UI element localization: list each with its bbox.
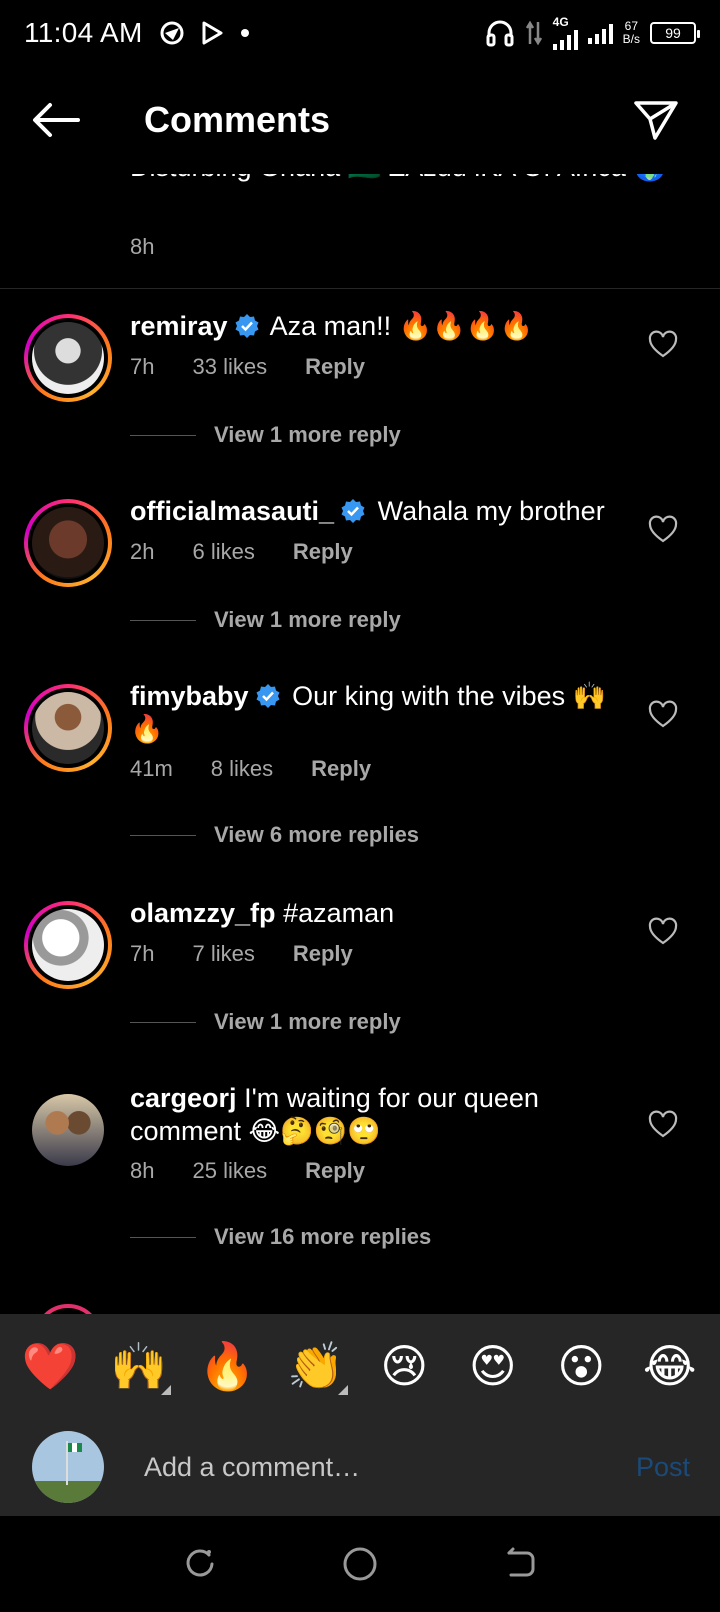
emoji-fire-button[interactable]: 🔥 [191,1343,263,1389]
comment-composer: Post [0,1418,720,1516]
reply-button[interactable]: Reply [305,1158,365,1184]
comment-time: 7h [130,941,155,966]
heart-icon[interactable] [648,330,678,360]
comment-time: 41m [130,756,173,781]
home-button[interactable] [336,1540,384,1588]
system-nav-bar [0,1516,720,1612]
status-time: 11:04 AM [24,17,143,48]
comment-username[interactable]: olamzzy_fp [130,898,276,928]
verified-badge-icon [341,499,365,523]
back-nav-button[interactable] [496,1540,544,1588]
comment-text: Aza man!! 🔥🔥🔥🔥 [269,311,534,341]
comment-likes[interactable]: 25 likes [192,1158,267,1184]
comment-likes[interactable]: 8 likes [211,756,273,782]
divider [0,288,720,289]
comment-time: 7h [130,354,155,379]
emoji-heart-eyes-button[interactable]: 😍 [457,1343,529,1389]
avatar[interactable] [24,901,112,989]
comment-likes[interactable]: 33 likes [192,354,267,380]
comment-username[interactable]: fimybaby [130,681,249,711]
comment-text: #azaman [283,898,395,928]
avatar[interactable] [32,1094,104,1166]
signal-strength-2-icon [587,22,613,44]
recents-icon [186,1549,214,1577]
avatar[interactable] [24,314,112,402]
status-bar: 11:04 AM 4G 67 B/s 99 [0,0,720,66]
play-store-icon [202,21,223,45]
comment-likes[interactable]: 6 likes [192,539,254,565]
reply-button[interactable]: Reply [293,539,353,565]
emoji-laughing-button[interactable]: 😂 [634,1343,706,1389]
comment-username[interactable]: remiray [130,311,228,341]
back-nav-icon [507,1547,535,1577]
emoji-heart-button[interactable]: ❤️ [14,1343,86,1389]
battery-level: 99 [665,25,681,41]
comment-text: Wahala my brother [377,496,605,526]
comment-username[interactable]: cargeorj [130,1083,237,1113]
network-type: 4G [552,15,569,29]
emoji-crying-button[interactable]: 😢 [368,1343,440,1389]
headphones-icon [486,20,514,47]
app-notification-icon [160,21,184,45]
emoji-reaction-bar: ❤️ 🙌 🔥 👏 😢 😍 😮 😂 [0,1314,720,1418]
notification-dot-icon [240,29,249,37]
view-replies-button[interactable]: View 16 more replies [130,1224,431,1250]
view-replies-button[interactable]: View 1 more reply [130,607,401,633]
comment-time: 2h [130,539,155,564]
reply-button[interactable]: Reply [311,756,371,782]
skin-tone-indicator-icon [160,1385,171,1395]
post-button[interactable]: Post [636,1452,690,1483]
comment-input[interactable] [144,1451,636,1483]
share-button[interactable] [628,92,684,148]
view-replies-button[interactable]: View 1 more reply [130,422,401,448]
recents-button[interactable] [176,1540,224,1588]
back-button[interactable] [28,92,84,148]
battery-icon: 99 [650,22,700,44]
emoji-surprised-button[interactable]: 😮 [545,1343,617,1389]
avatar[interactable] [24,499,112,587]
view-replies-button[interactable]: View 6 more replies [130,822,419,848]
comment-likes[interactable]: 7 likes [192,941,254,967]
arrow-left-icon [33,103,80,137]
emoji-clap-button[interactable]: 👏 [280,1343,352,1395]
network-speed: 67 B/s [622,19,640,46]
heart-icon[interactable] [648,917,678,947]
reply-button[interactable]: Reply [293,941,353,967]
caption-time: 8h [130,234,155,259]
heart-icon[interactable] [648,1110,678,1140]
view-replies-button[interactable]: View 1 more reply [130,1009,401,1035]
heart-icon[interactable] [648,700,678,730]
emoji-raised-hands-button[interactable]: 🙌 [103,1343,175,1395]
reply-button[interactable]: Reply [305,354,365,380]
comment-time: 8h [130,1158,155,1183]
home-circle-icon [343,1547,377,1581]
heart-icon[interactable] [648,515,678,545]
current-user-avatar [32,1431,104,1503]
comment-username[interactable]: officialmasauti_ [130,496,334,526]
verified-badge-icon [235,314,259,338]
signal-strength-icon [552,28,578,50]
avatar[interactable] [24,684,112,772]
page-title: Comments [144,99,331,140]
header: Comments [0,66,720,174]
verified-badge-icon [256,684,280,708]
skin-tone-indicator-icon [337,1385,348,1395]
paper-plane-icon [634,101,678,140]
data-transfer-icon [525,20,542,46]
